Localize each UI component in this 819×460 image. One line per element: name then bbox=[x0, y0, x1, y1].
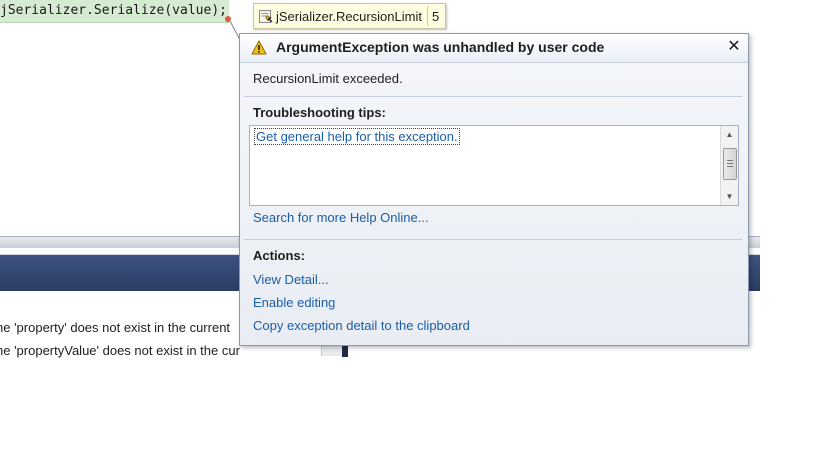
error-list: he 'property' does not exist in the curr… bbox=[0, 316, 240, 362]
troubleshooting-tips-list[interactable]: Get general help for this exception. ▲ ▼ bbox=[249, 125, 739, 206]
copy-exception-detail-link[interactable]: Copy exception detail to the clipboard bbox=[253, 318, 470, 333]
exception-message: RecursionLimit exceeded. bbox=[253, 71, 403, 86]
view-detail-link[interactable]: View Detail... bbox=[253, 272, 329, 287]
search-help-online-link[interactable]: Search for more Help Online... bbox=[253, 210, 429, 225]
scroll-down-icon[interactable]: ▼ bbox=[721, 189, 738, 204]
close-icon[interactable]: ✕ bbox=[726, 38, 742, 56]
error-row-text: he 'property' does not exist in the curr… bbox=[0, 320, 231, 335]
divider bbox=[244, 239, 742, 240]
scroll-up-icon[interactable]: ▲ bbox=[721, 127, 738, 142]
datatip-value[interactable]: 5 bbox=[428, 9, 445, 24]
exception-title-bar: ArgumentException was unhandled by user … bbox=[240, 34, 748, 63]
actions-heading: Actions: bbox=[253, 248, 305, 263]
exception-title: ArgumentException was unhandled by user … bbox=[276, 39, 605, 55]
error-row[interactable]: he 'property' does not exist in the curr… bbox=[0, 316, 240, 339]
tips-scrollbar[interactable]: ▲ ▼ bbox=[720, 126, 738, 205]
general-help-link[interactable]: Get general help for this exception. bbox=[254, 128, 460, 145]
error-row[interactable]: he 'propertyValue' does not exist in the… bbox=[0, 339, 240, 362]
exception-assistant: ArgumentException was unhandled by user … bbox=[239, 33, 749, 346]
divider bbox=[244, 96, 742, 97]
troubleshooting-heading: Troubleshooting tips: bbox=[253, 105, 386, 120]
scroll-thumb[interactable] bbox=[723, 148, 737, 180]
error-row-text: he 'propertyValue' does not exist in the… bbox=[0, 343, 240, 358]
enable-editing-link[interactable]: Enable editing bbox=[253, 295, 335, 310]
warning-icon bbox=[251, 40, 267, 55]
